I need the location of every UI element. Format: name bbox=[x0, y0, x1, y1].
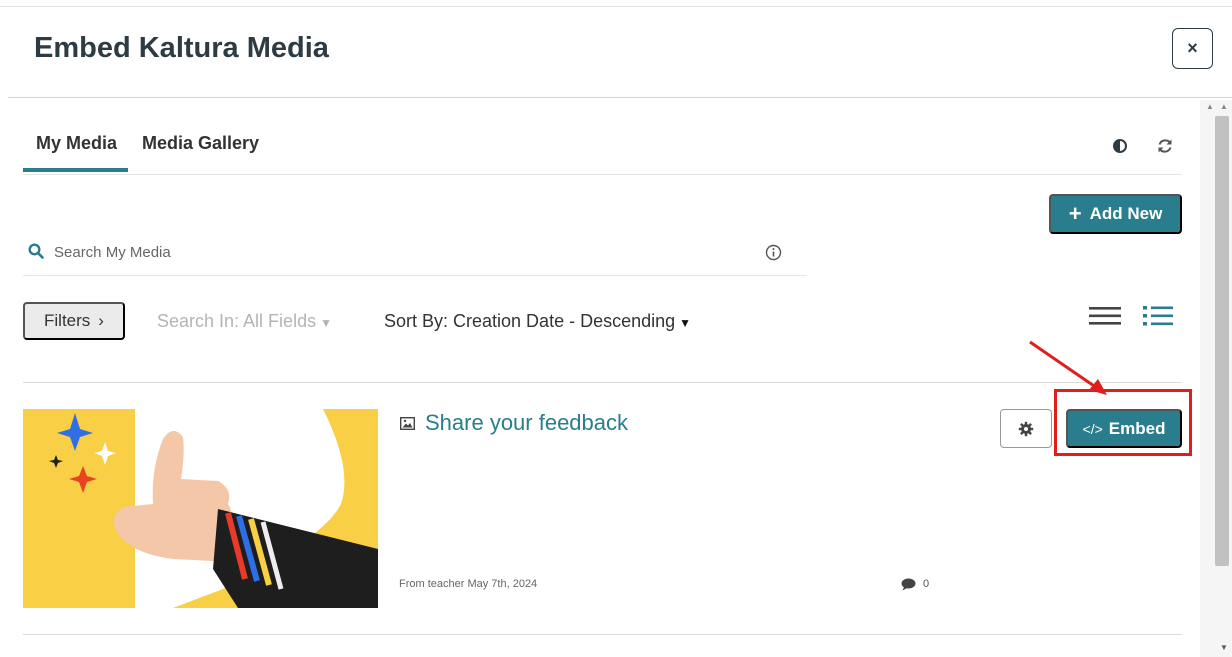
media-title[interactable]: Share your feedback bbox=[425, 410, 628, 436]
filters-label: Filters bbox=[44, 311, 91, 330]
active-tab-indicator bbox=[23, 168, 128, 172]
plus-icon: + bbox=[1068, 201, 1082, 226]
arrow-annotation-icon bbox=[1029, 340, 1107, 395]
search-input[interactable] bbox=[54, 238, 734, 266]
list-bottom-divider bbox=[23, 634, 1182, 635]
media-meta: From teacher May 7th, 2024 bbox=[399, 578, 538, 590]
info-icon[interactable] bbox=[765, 244, 782, 261]
comment-count: 0 bbox=[923, 578, 930, 590]
close-button[interactable]: × bbox=[1172, 28, 1213, 69]
settings-button[interactable] bbox=[1000, 409, 1052, 448]
add-new-label: Add New bbox=[1089, 204, 1163, 223]
scroll-up-arrow-icon[interactable]: ▲ bbox=[1206, 102, 1214, 111]
tab-media-gallery[interactable]: Media Gallery bbox=[142, 133, 259, 154]
list-view-icon[interactable] bbox=[1089, 306, 1121, 326]
chevron-down-icon: ▼ bbox=[320, 316, 332, 330]
chevron-right-icon: › bbox=[98, 311, 104, 330]
thumbs-up-thumbnail-image bbox=[23, 409, 378, 608]
filters-button[interactable]: Filters › bbox=[23, 302, 125, 340]
comment-icon bbox=[901, 578, 916, 591]
contrast-icon[interactable] bbox=[1113, 139, 1127, 153]
search-in-label: Search In: All Fields bbox=[157, 311, 317, 331]
search-in-dropdown[interactable]: Search In: All Fields ▼ bbox=[157, 311, 332, 332]
tabs-divider bbox=[23, 174, 1182, 175]
scrollbar-thumb[interactable] bbox=[1215, 116, 1229, 566]
gear-icon bbox=[1018, 421, 1034, 436]
scroll-up-arrow-icon[interactable]: ▲ bbox=[1220, 102, 1228, 111]
search-underline bbox=[23, 275, 807, 276]
list-top-divider bbox=[23, 382, 1182, 383]
top-divider bbox=[0, 6, 1232, 7]
add-new-button[interactable]: + Add New bbox=[1049, 194, 1182, 234]
tab-my-media[interactable]: My Media bbox=[36, 133, 117, 154]
chevron-down-icon: ▼ bbox=[679, 316, 692, 330]
scroll-down-arrow-icon[interactable]: ▼ bbox=[1220, 643, 1228, 652]
media-thumbnail[interactable] bbox=[23, 409, 378, 608]
media-title-link[interactable]: Share your feedback bbox=[400, 410, 628, 436]
sort-by-dropdown[interactable]: Sort By: Creation Date - Descending ▼ bbox=[384, 311, 691, 332]
detailed-view-icon[interactable] bbox=[1143, 304, 1173, 328]
header-divider bbox=[8, 97, 1232, 98]
dialog-title: Embed Kaltura Media bbox=[34, 32, 329, 64]
image-icon bbox=[400, 416, 415, 430]
search-icon bbox=[28, 243, 44, 259]
refresh-icon[interactable] bbox=[1156, 137, 1174, 155]
sort-by-label: Sort By: Creation Date - Descending bbox=[384, 311, 676, 331]
